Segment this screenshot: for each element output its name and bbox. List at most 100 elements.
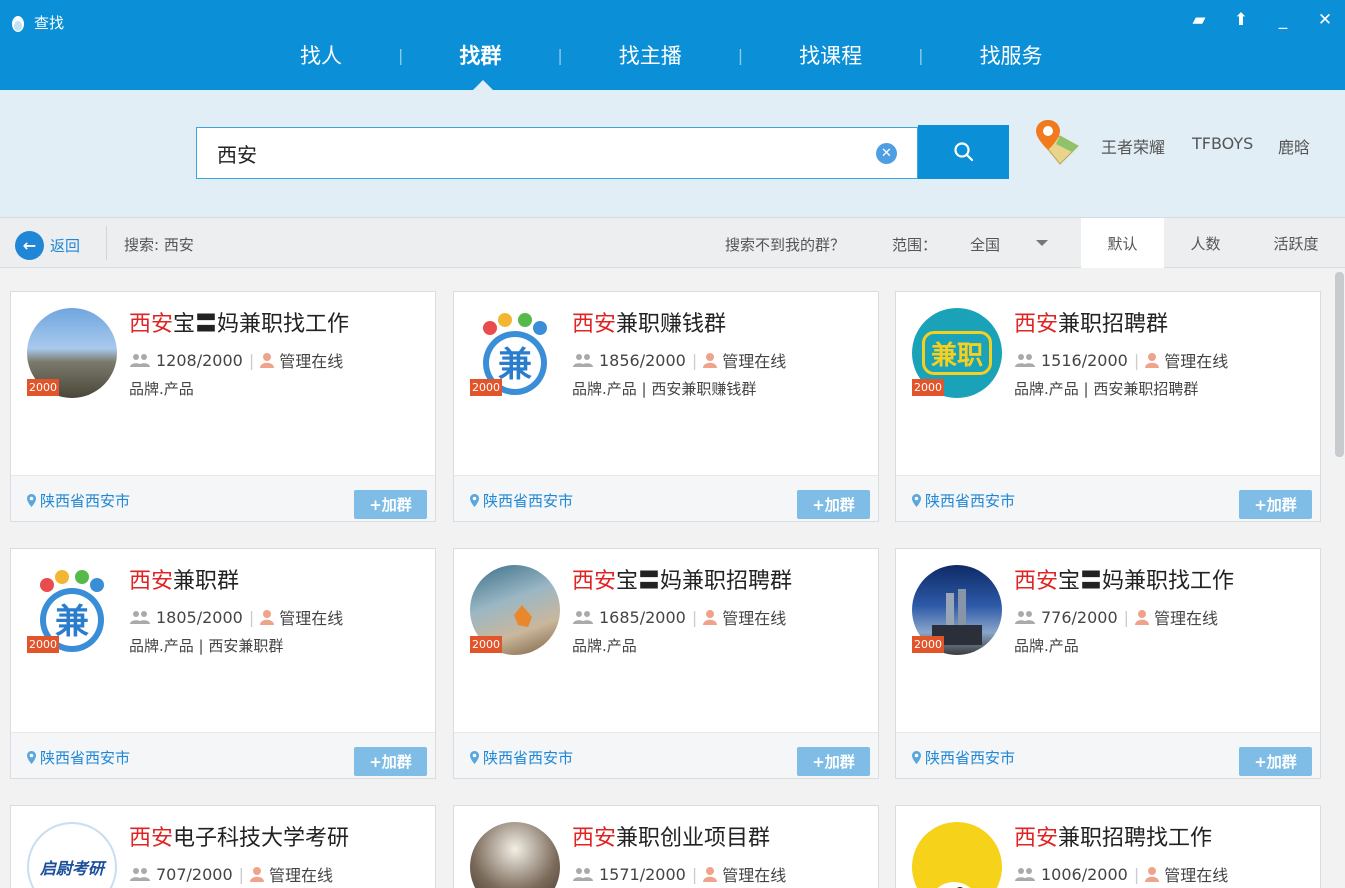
scrollbar-thumb[interactable] [1335, 272, 1344, 457]
admin-icon [703, 610, 718, 625]
sort-default[interactable]: 默认 [1081, 218, 1164, 268]
group-name[interactable]: 西安兼职创业项目群 [572, 820, 770, 852]
window-controls: ▰ ⬆ _ ✕ [1189, 10, 1335, 30]
location-pin-icon [470, 494, 479, 507]
admin-status: 管理在线 [1154, 609, 1219, 628]
separator: | [1133, 864, 1140, 884]
feedback-icon[interactable]: ▰ [1189, 10, 1209, 30]
not-found-link[interactable]: 搜索不到我的群？ [725, 234, 845, 255]
group-name-rest: 兼职赚钱群 [616, 312, 727, 337]
group-name[interactable]: 西安电子科技大学考研 [129, 820, 349, 852]
group-name[interactable]: 西安兼职群 [129, 563, 239, 595]
separator: | [248, 350, 255, 370]
tab-find-course[interactable]: 找课程 [799, 40, 862, 70]
sort-activity[interactable]: 活跃度 [1247, 218, 1345, 268]
group-card[interactable]: 西安兼职招聘找工作 1006/2000 | 管理在线 [895, 805, 1321, 888]
group-stats: 1006/2000 | 管理在线 [1014, 862, 1228, 886]
clear-search-icon[interactable]: ✕ [876, 143, 897, 164]
group-name[interactable]: 西安兼职招聘找工作 [1014, 820, 1212, 852]
match-highlight: 西安 [1014, 569, 1059, 594]
search-input[interactable] [197, 128, 917, 178]
main-tabs: 找人 | 找群 | 找主播 | 找课程 | 找服务 [300, 40, 1043, 70]
location-text: 陕西省西安市 [40, 749, 131, 767]
minimize-icon[interactable]: _ [1273, 10, 1293, 30]
capacity-badge: 2000 [470, 636, 502, 653]
member-count: 1805/2000 [156, 607, 243, 627]
group-name[interactable]: 西安兼职招聘群 [1014, 306, 1168, 338]
member-count: 776/2000 [1041, 607, 1118, 627]
members-icon [573, 354, 593, 367]
match-highlight: 西安 [129, 826, 174, 851]
card-footer: 陕西省西安市 +加群 [11, 732, 435, 778]
group-avatar [912, 822, 1002, 888]
join-group-button[interactable]: +加群 [354, 747, 427, 776]
group-card[interactable]: 兼 2000 西安兼职赚钱群 1856/2000 | 管理在线 品牌.产品 | … [453, 291, 879, 522]
group-card[interactable]: 兼 2000 西安兼职群 1805/2000 | 管理在线 品牌.产品 | 西安… [10, 548, 436, 779]
members-icon [130, 868, 150, 881]
members-icon [1015, 354, 1035, 367]
card-footer: 陕西省西安市 +加群 [454, 732, 878, 778]
group-card[interactable]: 启尉考研 西安电子科技大学考研 707/2000 | 管理在线 [10, 805, 436, 888]
svg-text:兼: 兼 [498, 345, 532, 385]
group-stats: 1805/2000 | 管理在线 [129, 605, 343, 629]
separator: | [691, 607, 698, 627]
member-count: 1208/2000 [156, 350, 243, 370]
tab-find-people[interactable]: 找人 [300, 40, 342, 70]
group-name-rest: 宝〓妈兼职找工作 [173, 312, 350, 337]
search-query-label: 搜索: 西安 [124, 236, 194, 254]
app-title: 查找 [10, 12, 64, 33]
match-highlight: 西安 [129, 569, 174, 594]
group-name[interactable]: 西安兼职赚钱群 [572, 306, 726, 338]
upload-icon[interactable]: ⬆ [1231, 10, 1251, 30]
card-footer: 陕西省西安市 +加群 [454, 475, 878, 521]
group-name[interactable]: 西安宝〓妈兼职招聘群 [572, 563, 792, 595]
hot-keyword[interactable]: TFBOYS [1192, 134, 1253, 153]
join-group-button[interactable]: +加群 [797, 747, 870, 776]
group-name[interactable]: 西安宝〓妈兼职找工作 [129, 306, 349, 338]
group-card[interactable]: 2000 西安宝〓妈兼职找工作 776/2000 | 管理在线 品牌.产品 陕西… [895, 548, 1321, 779]
search-button[interactable] [918, 125, 1009, 179]
location-pin-icon [27, 494, 36, 507]
members-icon [573, 868, 593, 881]
chevron-down-icon[interactable] [1036, 240, 1048, 246]
group-card[interactable]: 2000 西安宝〓妈兼职招聘群 1685/2000 | 管理在线 品牌.产品 陕… [453, 548, 879, 779]
group-stats: 1685/2000 | 管理在线 [572, 605, 786, 629]
join-group-button[interactable]: +加群 [354, 490, 427, 519]
group-location: 陕西省西安市 [912, 747, 1015, 768]
location-map-icon[interactable] [1034, 118, 1080, 168]
group-name-rest: 兼职招聘群 [1058, 312, 1169, 337]
join-group-button[interactable]: +加群 [797, 490, 870, 519]
group-card[interactable]: 2000 西安宝〓妈兼职找工作 1208/2000 | 管理在线 品牌.产品 陕… [10, 291, 436, 522]
group-avatar: 启尉考研 [27, 822, 117, 888]
range-select[interactable]: 全国 [970, 234, 1000, 255]
active-tab-pointer [473, 80, 493, 90]
tab-find-service[interactable]: 找服务 [980, 40, 1043, 70]
capacity-badge: 2000 [27, 379, 59, 396]
hot-keyword[interactable]: 王者荣耀 [1101, 134, 1165, 158]
tab-separator: | [918, 45, 924, 65]
group-location: 陕西省西安市 [27, 490, 130, 511]
group-name[interactable]: 西安宝〓妈兼职找工作 [1014, 563, 1234, 595]
group-card[interactable]: 西安兼职创业项目群 1571/2000 | 管理在线 [453, 805, 879, 888]
tab-find-group[interactable]: 找群 [459, 40, 501, 70]
svg-text:兼: 兼 [55, 602, 89, 642]
group-tags: 品牌.产品 | 西安兼职招聘群 [1014, 380, 1199, 398]
member-count: 1516/2000 [1041, 350, 1128, 370]
separator: | [691, 864, 698, 884]
separator: | [1133, 350, 1140, 370]
admin-icon [1135, 610, 1150, 625]
close-icon[interactable]: ✕ [1315, 10, 1335, 30]
group-card[interactable]: 兼职 2000 西安兼职招聘群 1516/2000 | 管理在线 品牌.产品 |… [895, 291, 1321, 522]
separator: | [248, 607, 255, 627]
hot-keyword[interactable]: 鹿晗 [1278, 134, 1310, 158]
tab-find-streamer[interactable]: 找主播 [619, 40, 682, 70]
separator: | [238, 864, 245, 884]
back-button[interactable]: ← 返回 [15, 231, 80, 260]
admin-status: 管理在线 [279, 352, 344, 371]
sort-members[interactable]: 人数 [1164, 218, 1247, 268]
join-group-button[interactable]: +加群 [1239, 490, 1312, 519]
group-name-rest: 兼职创业项目群 [616, 826, 771, 851]
member-count: 1856/2000 [599, 350, 686, 370]
join-group-button[interactable]: +加群 [1239, 747, 1312, 776]
card-footer: 陕西省西安市 +加群 [11, 475, 435, 521]
